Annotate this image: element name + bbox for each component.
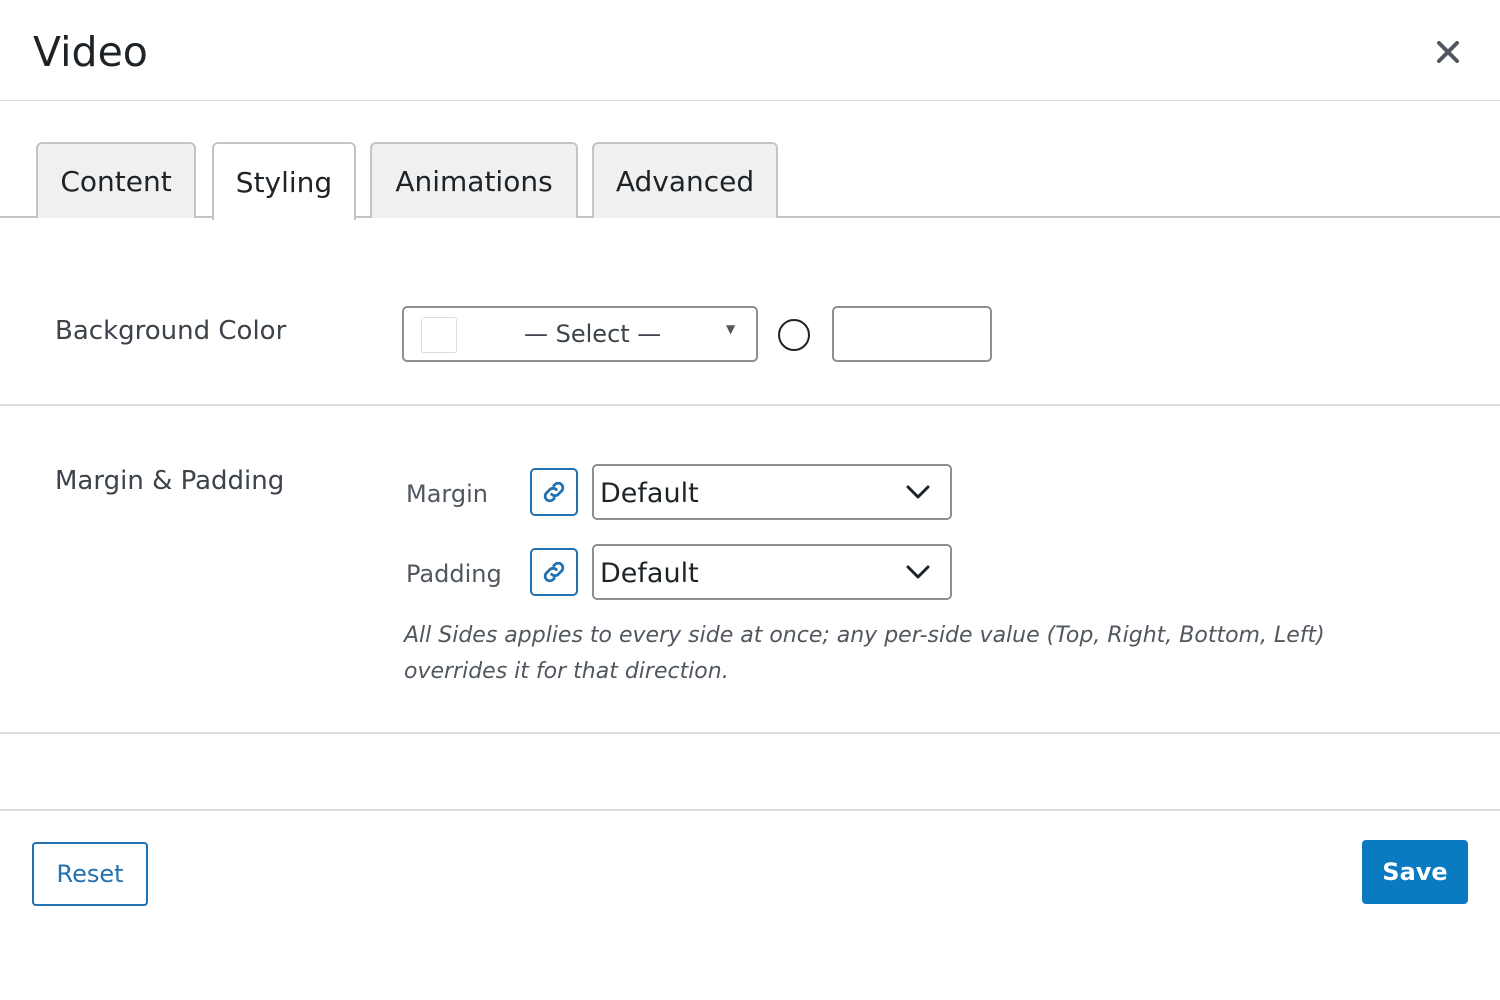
footer-divider (0, 809, 1500, 811)
padding-label: Padding (406, 560, 502, 588)
margin-select-value: Default (600, 478, 699, 509)
opacity-toggle[interactable] (778, 319, 810, 351)
dialog-header: Video (0, 0, 1500, 101)
tab-animations[interactable]: Animations (370, 142, 578, 218)
margin-select[interactable]: Default (592, 464, 952, 520)
reset-button[interactable]: Reset (32, 842, 148, 906)
caret-down-icon: ▼ (726, 322, 736, 336)
tab-styling[interactable]: Styling (212, 142, 356, 220)
close-button[interactable] (1428, 32, 1468, 72)
link-icon (543, 561, 565, 583)
padding-select-value: Default (600, 558, 699, 589)
tab-content[interactable]: Content (36, 142, 196, 218)
background-color-label: Background Color (55, 316, 287, 346)
color-swatch (421, 317, 457, 353)
opacity-input[interactable] (832, 306, 992, 362)
chevron-down-icon (906, 485, 930, 499)
padding-select[interactable]: Default (592, 544, 952, 600)
margin-link-button[interactable] (530, 468, 578, 516)
color-select-text: — Select — (524, 320, 662, 348)
chevron-down-icon (906, 565, 930, 579)
link-icon (543, 481, 565, 503)
dialog-title: Video (33, 28, 148, 76)
margin-padding-help-text: All Sides applies to every side at once;… (404, 623, 1325, 684)
tab-bar: Content Styling Animations Advanced (0, 142, 1500, 220)
close-icon (1437, 41, 1459, 63)
tab-advanced[interactable]: Advanced (592, 142, 778, 218)
save-button[interactable]: Save (1362, 840, 1468, 904)
margin-padding-label: Margin & Padding (55, 466, 285, 496)
margin-label: Margin (406, 480, 488, 508)
color-select[interactable]: — Select — ▼ (402, 306, 758, 362)
video-dialog: Video Content Styling Animations Advance… (0, 0, 1500, 1000)
padding-link-button[interactable] (530, 548, 578, 596)
